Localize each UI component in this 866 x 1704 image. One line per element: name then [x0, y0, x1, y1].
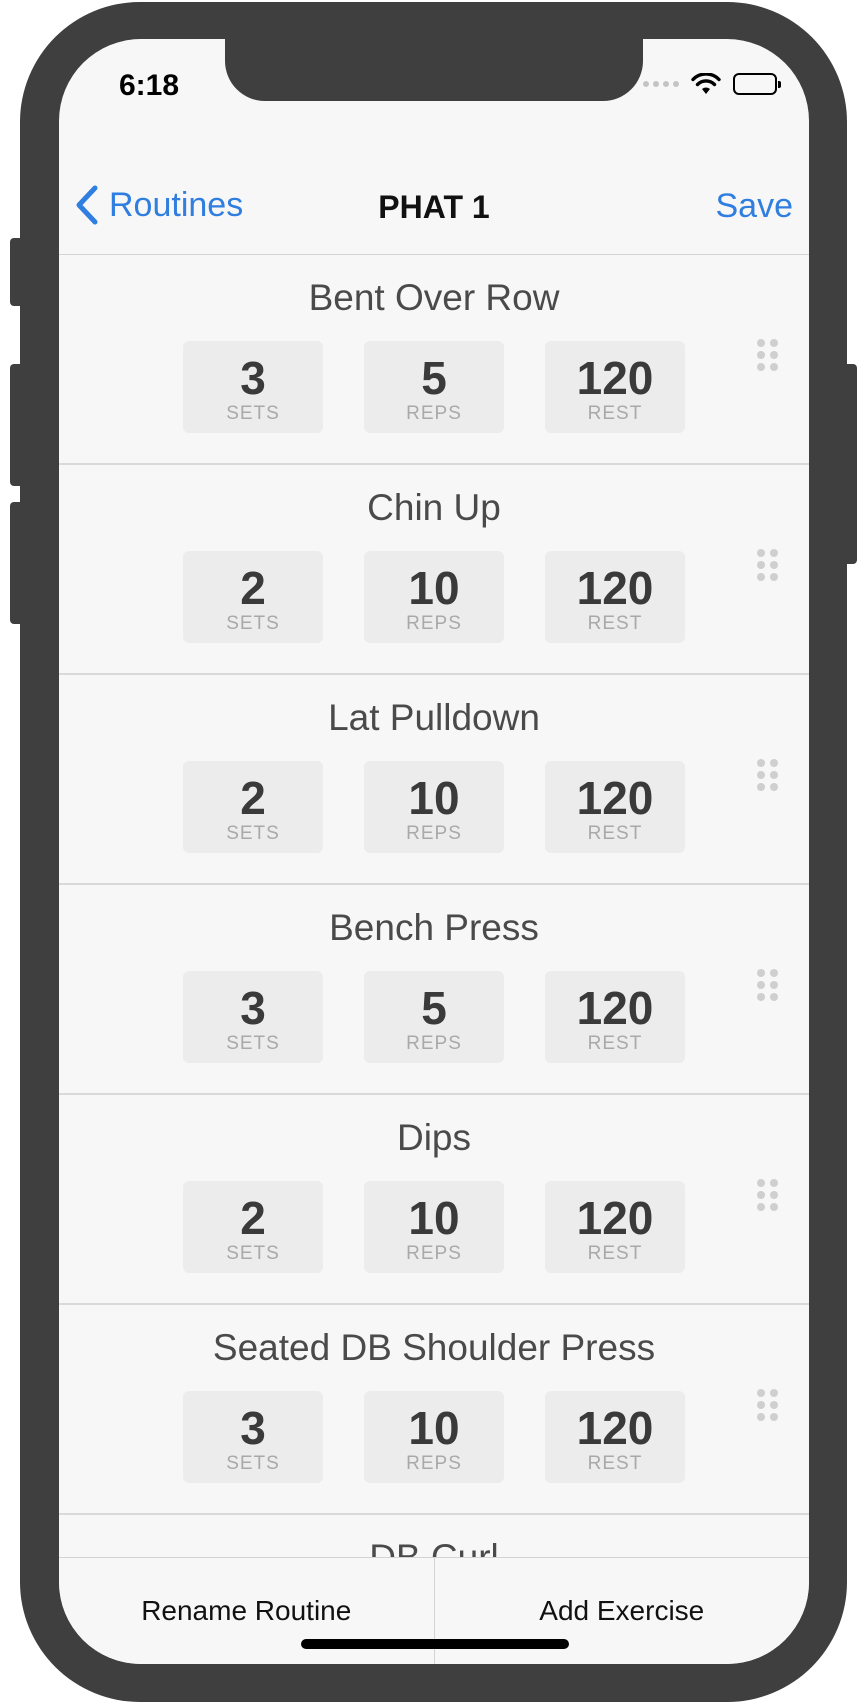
- sets-field[interactable]: 2 SETS: [183, 1181, 323, 1273]
- rest-value: 120: [576, 562, 654, 614]
- reps-value: 10: [408, 1192, 460, 1244]
- sets-field[interactable]: 3 SETS: [183, 1391, 323, 1483]
- sets-label: SETS: [226, 823, 280, 844]
- reps-value: 10: [408, 1402, 460, 1454]
- sets-field[interactable]: 2 SETS: [183, 551, 323, 643]
- exercise-row[interactable]: Chin Up 2 SETS 10 REPS 120 REST: [59, 465, 809, 675]
- reps-label: REPS: [406, 823, 462, 844]
- rest-label: REST: [587, 1033, 643, 1054]
- exercise-name: Dips: [396, 1117, 472, 1158]
- exercise-row[interactable]: Dips 2 SETS 10 REPS 120 REST: [59, 1095, 809, 1305]
- drag-handle-icon[interactable]: [757, 969, 781, 1003]
- sets-value: 3: [240, 352, 266, 404]
- sets-value: 3: [240, 1402, 266, 1454]
- sets-value: 2: [240, 1192, 266, 1244]
- cellular-signal-icon: [643, 81, 679, 87]
- reps-label: REPS: [406, 613, 462, 634]
- exercise-row[interactable]: DB Curl: [59, 1515, 809, 1557]
- home-indicator[interactable]: [301, 1639, 569, 1649]
- exercise-name: Lat Pulldown: [328, 697, 540, 738]
- rest-label: REST: [587, 1243, 643, 1264]
- reps-value: 10: [408, 562, 460, 614]
- reps-field[interactable]: 5 REPS: [364, 341, 504, 433]
- rest-field[interactable]: 120 REST: [545, 1181, 685, 1273]
- rest-value: 120: [576, 982, 654, 1034]
- rest-value: 120: [576, 1192, 654, 1244]
- battery-icon: [733, 73, 781, 95]
- exercise-name: DB Curl: [59, 1537, 809, 1557]
- drag-handle-icon[interactable]: [757, 1179, 781, 1213]
- sets-value: 2: [240, 772, 266, 824]
- rest-label: REST: [587, 823, 643, 844]
- reps-field[interactable]: 5 REPS: [364, 971, 504, 1063]
- reps-field[interactable]: 10 REPS: [364, 551, 504, 643]
- rest-field[interactable]: 120 REST: [545, 971, 685, 1063]
- status-time: 6:18: [119, 69, 180, 102]
- reps-label: REPS: [406, 1243, 462, 1264]
- page-title: PHAT 1: [378, 189, 490, 225]
- status-icons: [643, 73, 781, 95]
- sets-field[interactable]: 3 SETS: [183, 971, 323, 1063]
- rest-value: 120: [576, 1402, 654, 1454]
- sets-label: SETS: [226, 1243, 280, 1264]
- sets-label: SETS: [226, 613, 280, 634]
- notch: [225, 39, 643, 101]
- rest-value: 120: [576, 772, 654, 824]
- reps-field[interactable]: 10 REPS: [364, 761, 504, 853]
- drag-handle-icon[interactable]: [757, 339, 781, 373]
- reps-field[interactable]: 10 REPS: [364, 1391, 504, 1483]
- rest-field[interactable]: 120 REST: [545, 761, 685, 853]
- sets-value: 2: [240, 562, 266, 614]
- rest-label: REST: [587, 1453, 643, 1474]
- exercise-name: Bench Press: [329, 907, 539, 948]
- exercise-row[interactable]: Seated DB Shoulder Press 3 SETS 10 REPS 12…: [59, 1305, 809, 1515]
- sets-field[interactable]: 2 SETS: [183, 761, 323, 853]
- reps-value: 5: [421, 982, 447, 1034]
- rest-value: 120: [576, 352, 654, 404]
- reps-label: REPS: [406, 1033, 462, 1054]
- screen: 6:18 Routines PHAT 1 Save Bent Over Row …: [59, 39, 809, 1664]
- reps-label: REPS: [406, 403, 462, 424]
- reps-field[interactable]: 10 REPS: [364, 1181, 504, 1273]
- navigation-bar: Routines PHAT 1 Save: [59, 149, 809, 255]
- sets-label: SETS: [226, 1033, 280, 1054]
- rest-label: REST: [587, 403, 643, 424]
- sets-label: SETS: [226, 403, 280, 424]
- sets-value: 3: [240, 982, 266, 1034]
- exercise-list[interactable]: Bent Over Row 3 SETS 5 REPS 120 REST Chin U…: [59, 255, 809, 1557]
- sets-label: SETS: [226, 1453, 280, 1474]
- exercise-name: Chin Up: [367, 487, 501, 528]
- save-button[interactable]: Save: [716, 187, 794, 226]
- rest-field[interactable]: 120 REST: [545, 1391, 685, 1483]
- rest-label: REST: [587, 613, 643, 634]
- exercise-row[interactable]: Lat Pulldown 2 SETS 10 REPS 120 REST: [59, 675, 809, 885]
- drag-handle-icon[interactable]: [757, 759, 781, 793]
- reps-label: REPS: [406, 1453, 462, 1474]
- rest-field[interactable]: 120 REST: [545, 341, 685, 433]
- exercise-name: Bent Over Row: [308, 277, 560, 318]
- exercise-name: Seated DB Shoulder Press: [212, 1327, 656, 1368]
- exercise-row[interactable]: Bent Over Row 3 SETS 5 REPS 120 REST: [59, 255, 809, 465]
- sets-field[interactable]: 3 SETS: [183, 341, 323, 433]
- reps-value: 5: [421, 352, 447, 404]
- wifi-icon: [691, 73, 721, 94]
- drag-handle-icon[interactable]: [757, 1389, 781, 1423]
- exercise-row[interactable]: Bench Press 3 SETS 5 REPS 120 REST: [59, 885, 809, 1095]
- rest-field[interactable]: 120 REST: [545, 551, 685, 643]
- reps-value: 10: [408, 772, 460, 824]
- drag-handle-icon[interactable]: [757, 549, 781, 583]
